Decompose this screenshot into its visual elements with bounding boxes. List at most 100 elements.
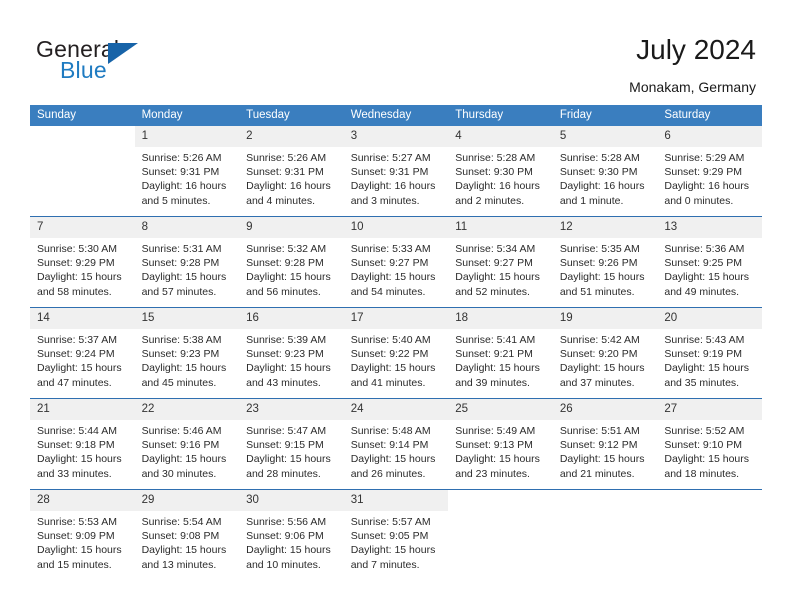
day-number: 4 (448, 126, 553, 147)
day-cell-content: 3 Sunrise: 5:27 AM Sunset: 9:31 PM Daylight… (343, 126, 449, 216)
calendar-day-cell[interactable]: 26 Sunrise: 5:51 AM Sunset: 9:12 PM Dayligh… (552, 398, 658, 490)
calendar-day-cell[interactable]: 23 Sunrise: 5:47 AM Sunset: 9:15 PM Dayligh… (239, 398, 344, 490)
calendar-day-cell[interactable]: 9 Sunrise: 5:32 AM Sunset: 9:28 PM Daylight… (239, 216, 344, 308)
calendar-day-cell[interactable]: 24 Sunrise: 5:48 AM Sunset: 9:14 PM Dayligh… (343, 398, 449, 490)
day-cell-content: 24 Sunrise: 5:48 AM Sunset: 9:14 PM Dayligh… (343, 399, 449, 489)
sunrise-text: Sunrise: 5:49 AM (455, 425, 536, 437)
calendar-day-cell[interactable]: 22 Sunrise: 5:46 AM Sunset: 9:16 PM Dayligh… (134, 398, 240, 490)
calendar-day-cell[interactable]: 12 Sunrise: 5:35 AM Sunset: 9:26 PM Dayligh… (552, 216, 658, 308)
calendar-grid: Sunday Monday Tuesday Wednesday Thursday… (30, 105, 762, 580)
day-number: 15 (134, 308, 240, 329)
day-cell-content: 21 Sunrise: 5:44 AM Sunset: 9:18 PM Dayligh… (30, 399, 135, 489)
daylight-text-line1: Daylight: 15 hours (141, 453, 227, 466)
sunset-text: Sunset: 9:09 PM (37, 530, 115, 543)
day-number: 9 (239, 217, 344, 238)
calendar-day-cell[interactable]: 28 Sunrise: 5:53 AM Sunset: 9:09 PM Dayligh… (30, 489, 135, 580)
sunrise-text: Sunrise: 5:26 AM (141, 152, 222, 164)
daylight-text-line2: and 56 minutes. (246, 285, 321, 298)
calendar-day-cell[interactable]: 14 Sunrise: 5:37 AM Sunset: 9:24 PM Dayligh… (30, 307, 135, 399)
calendar-day-cell[interactable]: 27 Sunrise: 5:52 AM Sunset: 9:10 PM Dayligh… (657, 398, 762, 490)
day-details: Sunrise: 5:51 AM Sunset: 9:12 PM Daylight:… (553, 420, 658, 481)
calendar-day-cell[interactable]: 13 Sunrise: 5:36 AM Sunset: 9:25 PM Dayligh… (657, 216, 762, 308)
daylight-text-line1: Daylight: 15 hours (37, 453, 122, 466)
daylight-text-line1: Daylight: 15 hours (37, 271, 122, 284)
sunset-text: Sunset: 9:18 PM (37, 439, 115, 452)
day-number: 19 (552, 308, 658, 329)
day-details: Sunrise: 5:44 AM Sunset: 9:18 PM Daylight:… (30, 420, 135, 481)
day-details: Sunrise: 5:49 AM Sunset: 9:13 PM Daylight:… (448, 420, 553, 481)
calendar-day-cell[interactable]: 31 Sunrise: 5:57 AM Sunset: 9:05 PM Dayligh… (343, 489, 449, 580)
sunrise-text: Sunrise: 5:28 AM (559, 152, 640, 164)
calendar-day-cell[interactable]: 8 Sunrise: 5:31 AM Sunset: 9:28 PM Daylight… (134, 216, 240, 308)
day-cell-content: 7 Sunrise: 5:30 AM Sunset: 9:29 PM Daylight… (30, 217, 135, 307)
calendar-day-cell[interactable]: 4 Sunrise: 5:28 AM Sunset: 9:30 PM Daylight… (448, 126, 553, 217)
daylight-text-line2: and 52 minutes. (455, 285, 530, 298)
day-cell-content: 20 Sunrise: 5:43 AM Sunset: 9:19 PM Dayligh… (657, 308, 762, 398)
sunrise-text: Sunrise: 5:40 AM (350, 334, 431, 346)
logo-triangle-icon (108, 43, 138, 64)
day-number: 26 (552, 399, 658, 420)
sunrise-text: Sunrise: 5:48 AM (350, 425, 431, 437)
page-title: July 2024 (636, 34, 756, 65)
calendar-day-cell[interactable]: 30 Sunrise: 5:56 AM Sunset: 9:06 PM Dayligh… (239, 489, 344, 580)
daylight-text-line1: Daylight: 15 hours (350, 453, 436, 466)
daylight-text-line1: Daylight: 15 hours (141, 362, 227, 375)
daylight-text-line2: and 18 minutes. (664, 467, 740, 480)
sunrise-text: Sunrise: 5:56 AM (246, 516, 327, 528)
daylight-text-line2: and 28 minutes. (246, 467, 321, 480)
logo-text-blue: Blue (60, 57, 107, 83)
calendar-day-cell[interactable]: 17 Sunrise: 5:40 AM Sunset: 9:22 PM Dayligh… (343, 307, 449, 399)
day-cell-empty (553, 490, 658, 580)
sunset-text: Sunset: 9:23 PM (246, 348, 324, 361)
day-cell-content: 19 Sunrise: 5:42 AM Sunset: 9:20 PM Dayligh… (552, 308, 658, 398)
calendar-day-cell[interactable]: 7 Sunrise: 5:30 AM Sunset: 9:29 PM Daylight… (30, 216, 135, 308)
calendar-day-cell[interactable]: 15 Sunrise: 5:38 AM Sunset: 9:23 PM Dayligh… (134, 307, 240, 399)
calendar-day-cell[interactable]: 11 Sunrise: 5:34 AM Sunset: 9:27 PM Dayligh… (448, 216, 553, 308)
calendar-day-cell[interactable]: 25 Sunrise: 5:49 AM Sunset: 9:13 PM Dayligh… (448, 398, 553, 490)
calendar-day-cell[interactable]: 3 Sunrise: 5:27 AM Sunset: 9:31 PM Daylight… (343, 126, 449, 217)
day-number: 11 (448, 217, 553, 238)
day-cell-content: 30 Sunrise: 5:56 AM Sunset: 9:06 PM Dayligh… (239, 490, 344, 580)
calendar-day-cell[interactable]: 19 Sunrise: 5:42 AM Sunset: 9:20 PM Dayligh… (552, 307, 658, 399)
calendar-day-cell[interactable]: 5 Sunrise: 5:28 AM Sunset: 9:30 PM Daylight… (552, 126, 658, 217)
daylight-text-line1: Daylight: 15 hours (141, 544, 227, 557)
daylight-text-line1: Daylight: 15 hours (246, 271, 331, 284)
sunset-text: Sunset: 9:28 PM (141, 257, 220, 270)
day-cell-content: 5 Sunrise: 5:28 AM Sunset: 9:30 PM Daylight… (552, 126, 658, 216)
day-cell-content: 23 Sunrise: 5:47 AM Sunset: 9:15 PM Dayligh… (239, 399, 344, 489)
sunrise-text: Sunrise: 5:27 AM (350, 152, 431, 164)
sunrise-text: Sunrise: 5:42 AM (559, 334, 640, 346)
daylight-text-line2: and 0 minutes. (664, 194, 734, 207)
sunset-text: Sunset: 9:20 PM (559, 348, 638, 361)
day-cell-content: 29 Sunrise: 5:54 AM Sunset: 9:08 PM Dayligh… (134, 490, 240, 580)
day-details: Sunrise: 5:46 AM Sunset: 9:16 PM Daylight:… (135, 420, 240, 481)
daylight-text-line2: and 37 minutes. (559, 376, 635, 389)
calendar-day-cell[interactable]: 10 Sunrise: 5:33 AM Sunset: 9:27 PM Dayligh… (343, 216, 449, 308)
day-details: Sunrise: 5:43 AM Sunset: 9:19 PM Daylight:… (657, 329, 762, 390)
daylight-text-line2: and 1 minute. (559, 194, 624, 207)
day-number (657, 490, 762, 511)
weekday-header-thursday: Thursday (448, 105, 553, 126)
sunrise-text: Sunrise: 5:41 AM (455, 334, 536, 346)
day-details: Sunrise: 5:47 AM Sunset: 9:15 PM Daylight:… (239, 420, 344, 481)
calendar-day-cell[interactable]: 1 Sunrise: 5:26 AM Sunset: 9:31 PM Daylight… (134, 126, 240, 217)
calendar-week-row: 1 Sunrise: 5:26 AM Sunset: 9:31 PM Daylight… (30, 126, 762, 217)
sunrise-text: Sunrise: 5:39 AM (246, 334, 327, 346)
daylight-text-line2: and 15 minutes. (37, 558, 112, 571)
calendar-day-cell[interactable]: 16 Sunrise: 5:39 AM Sunset: 9:23 PM Dayligh… (239, 307, 344, 399)
calendar-day-cell[interactable]: 2 Sunrise: 5:26 AM Sunset: 9:31 PM Daylight… (239, 126, 344, 217)
day-number: 3 (343, 126, 449, 147)
sunrise-text: Sunrise: 5:43 AM (664, 334, 745, 346)
calendar-day-cell[interactable]: 18 Sunrise: 5:41 AM Sunset: 9:21 PM Dayligh… (448, 307, 553, 399)
day-cell-content: 27 Sunrise: 5:52 AM Sunset: 9:10 PM Dayligh… (657, 399, 762, 489)
calendar-day-cell[interactable]: 20 Sunrise: 5:43 AM Sunset: 9:19 PM Dayligh… (657, 307, 762, 399)
day-cell-content: 2 Sunrise: 5:26 AM Sunset: 9:31 PM Daylight… (239, 126, 344, 216)
day-details: Sunrise: 5:52 AM Sunset: 9:10 PM Daylight:… (657, 420, 762, 481)
sunset-text: Sunset: 9:30 PM (559, 166, 638, 179)
general-blue-logo: General Blue (36, 36, 216, 88)
calendar-day-cell[interactable]: 6 Sunrise: 5:29 AM Sunset: 9:29 PM Daylight… (657, 126, 762, 217)
daylight-text-line2: and 7 minutes. (350, 558, 420, 571)
calendar-day-cell[interactable]: 29 Sunrise: 5:54 AM Sunset: 9:08 PM Dayligh… (134, 489, 240, 580)
calendar-day-cell[interactable]: 21 Sunrise: 5:44 AM Sunset: 9:18 PM Dayligh… (30, 398, 135, 490)
day-number: 13 (657, 217, 762, 238)
